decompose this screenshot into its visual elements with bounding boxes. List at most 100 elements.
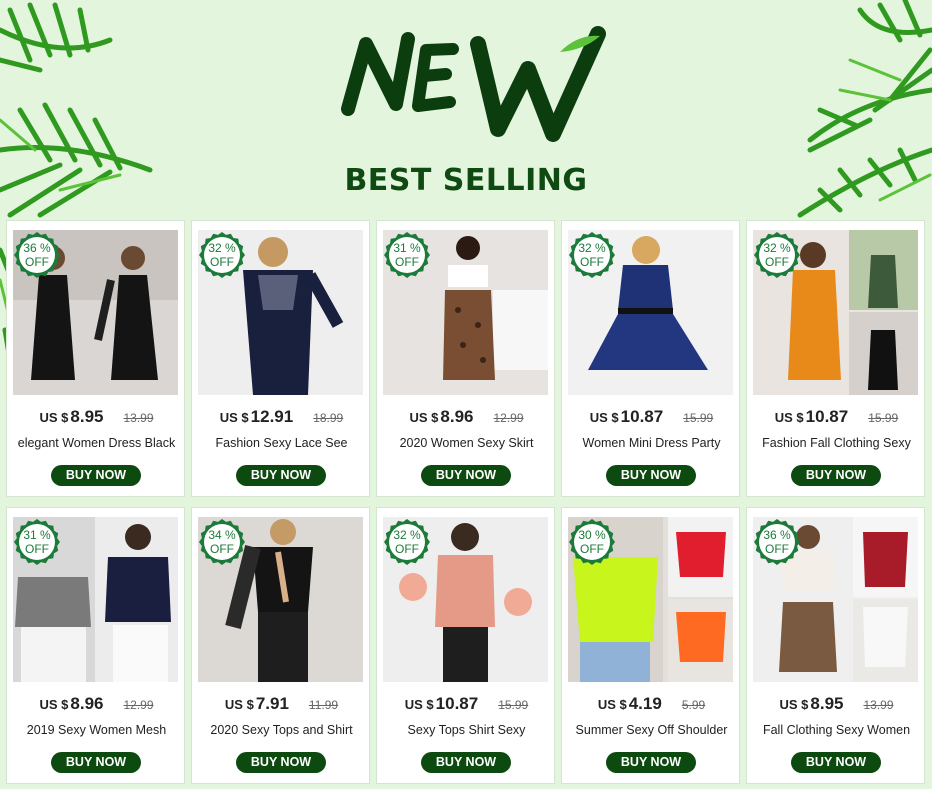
- product-card[interactable]: 31 % OFF US $8.96 12.99 2020 Women Sexy Skir…: [376, 220, 555, 497]
- original-price: 5.99: [681, 698, 706, 712]
- currency-label: US $: [219, 410, 249, 425]
- discount-percent: 34 %: [208, 528, 236, 542]
- price-row: US $8.96 12.99: [377, 407, 556, 427]
- sale-price: 10.87: [620, 407, 664, 426]
- discount-off-label: OFF: [25, 255, 49, 269]
- currency-label: US $: [409, 410, 439, 425]
- product-title[interactable]: Summer Sexy Off Shoulder: [566, 723, 737, 737]
- discount-off-label: OFF: [395, 255, 419, 269]
- discount-off-label: OFF: [765, 255, 789, 269]
- buy-now-button[interactable]: BUY NOW: [606, 465, 696, 486]
- product-title[interactable]: Women Mini Dress Party: [566, 436, 737, 450]
- buy-now-button[interactable]: BUY NOW: [51, 465, 141, 486]
- discount-off-label: OFF: [580, 542, 604, 556]
- original-price: 18.99: [313, 411, 344, 425]
- sale-price: 8.95: [70, 407, 104, 426]
- discount-badge: 36 % OFF: [753, 518, 801, 566]
- discount-badge: 32 % OFF: [568, 231, 616, 279]
- sale-price: 8.95: [810, 694, 844, 713]
- discount-percent: 36 %: [763, 528, 791, 542]
- price-row: US $8.96 12.99: [7, 694, 186, 714]
- original-price: 12.99: [123, 698, 154, 712]
- buy-now-button[interactable]: BUY NOW: [791, 465, 881, 486]
- discount-badge: 30 % OFF: [568, 518, 616, 566]
- original-price: 15.99: [683, 411, 714, 425]
- buy-now-button[interactable]: BUY NOW: [51, 752, 141, 773]
- buy-now-button[interactable]: BUY NOW: [236, 465, 326, 486]
- buy-now-button[interactable]: BUY NOW: [236, 752, 326, 773]
- original-price: 13.99: [123, 411, 154, 425]
- discount-badge: 32 % OFF: [383, 518, 431, 566]
- buy-now-button[interactable]: BUY NOW: [791, 752, 881, 773]
- discount-badge: 32 % OFF: [198, 231, 246, 279]
- product-card[interactable]: 30 % OFF US $4.19 5.99 Summer Sexy Off Shoul…: [561, 507, 740, 784]
- currency-label: US $: [404, 697, 434, 712]
- promo-banner: BEST SELLING: [0, 0, 932, 393]
- price-row: US $10.87 15.99: [747, 407, 926, 427]
- currency-label: US $: [39, 410, 69, 425]
- discount-percent: 32 %: [208, 241, 236, 255]
- sale-price: 10.87: [435, 694, 479, 713]
- buy-now-button[interactable]: BUY NOW: [606, 752, 696, 773]
- sale-price: 7.91: [255, 694, 289, 713]
- original-price: 13.99: [863, 698, 894, 712]
- new-logo: [341, 26, 606, 142]
- product-title[interactable]: Fashion Fall Clothing Sexy: [751, 436, 922, 450]
- discount-badge: 32 % OFF: [753, 231, 801, 279]
- product-title[interactable]: 2020 Sexy Tops and Shirt: [196, 723, 367, 737]
- price-row: US $7.91 11.99: [192, 694, 371, 714]
- discount-percent: 32 %: [578, 241, 606, 255]
- discount-off-label: OFF: [210, 255, 234, 269]
- price-row: US $4.19 5.99: [562, 694, 741, 714]
- currency-label: US $: [589, 410, 619, 425]
- product-title[interactable]: elegant Women Dress Black: [11, 436, 182, 450]
- sale-price: 10.87: [805, 407, 849, 426]
- product-title[interactable]: Fall Clothing Sexy Women: [751, 723, 922, 737]
- discount-badge: 31 % OFF: [383, 231, 431, 279]
- product-title[interactable]: 2020 Women Sexy Skirt: [381, 436, 552, 450]
- currency-label: US $: [774, 410, 804, 425]
- sale-price: 4.19: [628, 694, 662, 713]
- original-price: 15.99: [868, 411, 899, 425]
- sale-price: 8.96: [70, 694, 104, 713]
- currency-label: US $: [597, 697, 627, 712]
- original-price: 15.99: [498, 698, 529, 712]
- discount-percent: 32 %: [763, 241, 791, 255]
- product-card[interactable]: 32 % OFF US $10.87 15.99 Women Mini Dress Pa…: [561, 220, 740, 497]
- price-row: US $8.95 13.99: [7, 407, 186, 427]
- discount-badge: 34 % OFF: [198, 518, 246, 566]
- original-price: 12.99: [493, 411, 524, 425]
- discount-off-label: OFF: [395, 542, 419, 556]
- price-row: US $8.95 13.99: [747, 694, 926, 714]
- price-row: US $12.91 18.99: [192, 407, 371, 427]
- best-selling-heading: BEST SELLING: [344, 163, 588, 198]
- discount-badge: 31 % OFF: [13, 518, 61, 566]
- product-card[interactable]: 32 % OFF US $10.87 15.99 Fashion Fall Clothi…: [746, 220, 925, 497]
- currency-label: US $: [779, 697, 809, 712]
- product-title[interactable]: Sexy Tops Shirt Sexy: [381, 723, 552, 737]
- product-card[interactable]: 32 % OFF US $12.91 18.99 Fashion Sexy Lace S…: [191, 220, 370, 497]
- buy-now-button[interactable]: BUY NOW: [421, 465, 511, 486]
- discount-off-label: OFF: [210, 542, 234, 556]
- discount-off-label: OFF: [580, 255, 604, 269]
- product-card[interactable]: 32 % OFF US $10.87 15.99 Sexy Tops Shirt Sex…: [376, 507, 555, 784]
- product-card[interactable]: 36 % OFF US $8.95 13.99 elegant Women Dress …: [6, 220, 185, 497]
- buy-now-button[interactable]: BUY NOW: [421, 752, 511, 773]
- discount-percent: 31 %: [23, 528, 51, 542]
- sale-price: 12.91: [250, 407, 294, 426]
- product-card[interactable]: 36 % OFF US $8.95 13.99 Fall Clothing Sexy W…: [746, 507, 925, 784]
- currency-label: US $: [39, 697, 69, 712]
- original-price: 11.99: [308, 698, 339, 712]
- price-row: US $10.87 15.99: [562, 407, 741, 427]
- product-card[interactable]: 34 % OFF US $7.91 11.99 2020 Sexy Tops and S…: [191, 507, 370, 784]
- currency-label: US $: [224, 697, 254, 712]
- discount-percent: 31 %: [393, 241, 421, 255]
- product-card[interactable]: 31 % OFF US $8.96 12.99 2019 Sexy Women Mesh…: [6, 507, 185, 784]
- discount-percent: 32 %: [393, 528, 421, 542]
- discount-badge: 36 % OFF: [13, 231, 61, 279]
- product-title[interactable]: 2019 Sexy Women Mesh: [11, 723, 182, 737]
- product-title[interactable]: Fashion Sexy Lace See: [196, 436, 367, 450]
- discount-off-label: OFF: [765, 542, 789, 556]
- sale-price: 8.96: [440, 407, 474, 426]
- price-row: US $10.87 15.99: [377, 694, 556, 714]
